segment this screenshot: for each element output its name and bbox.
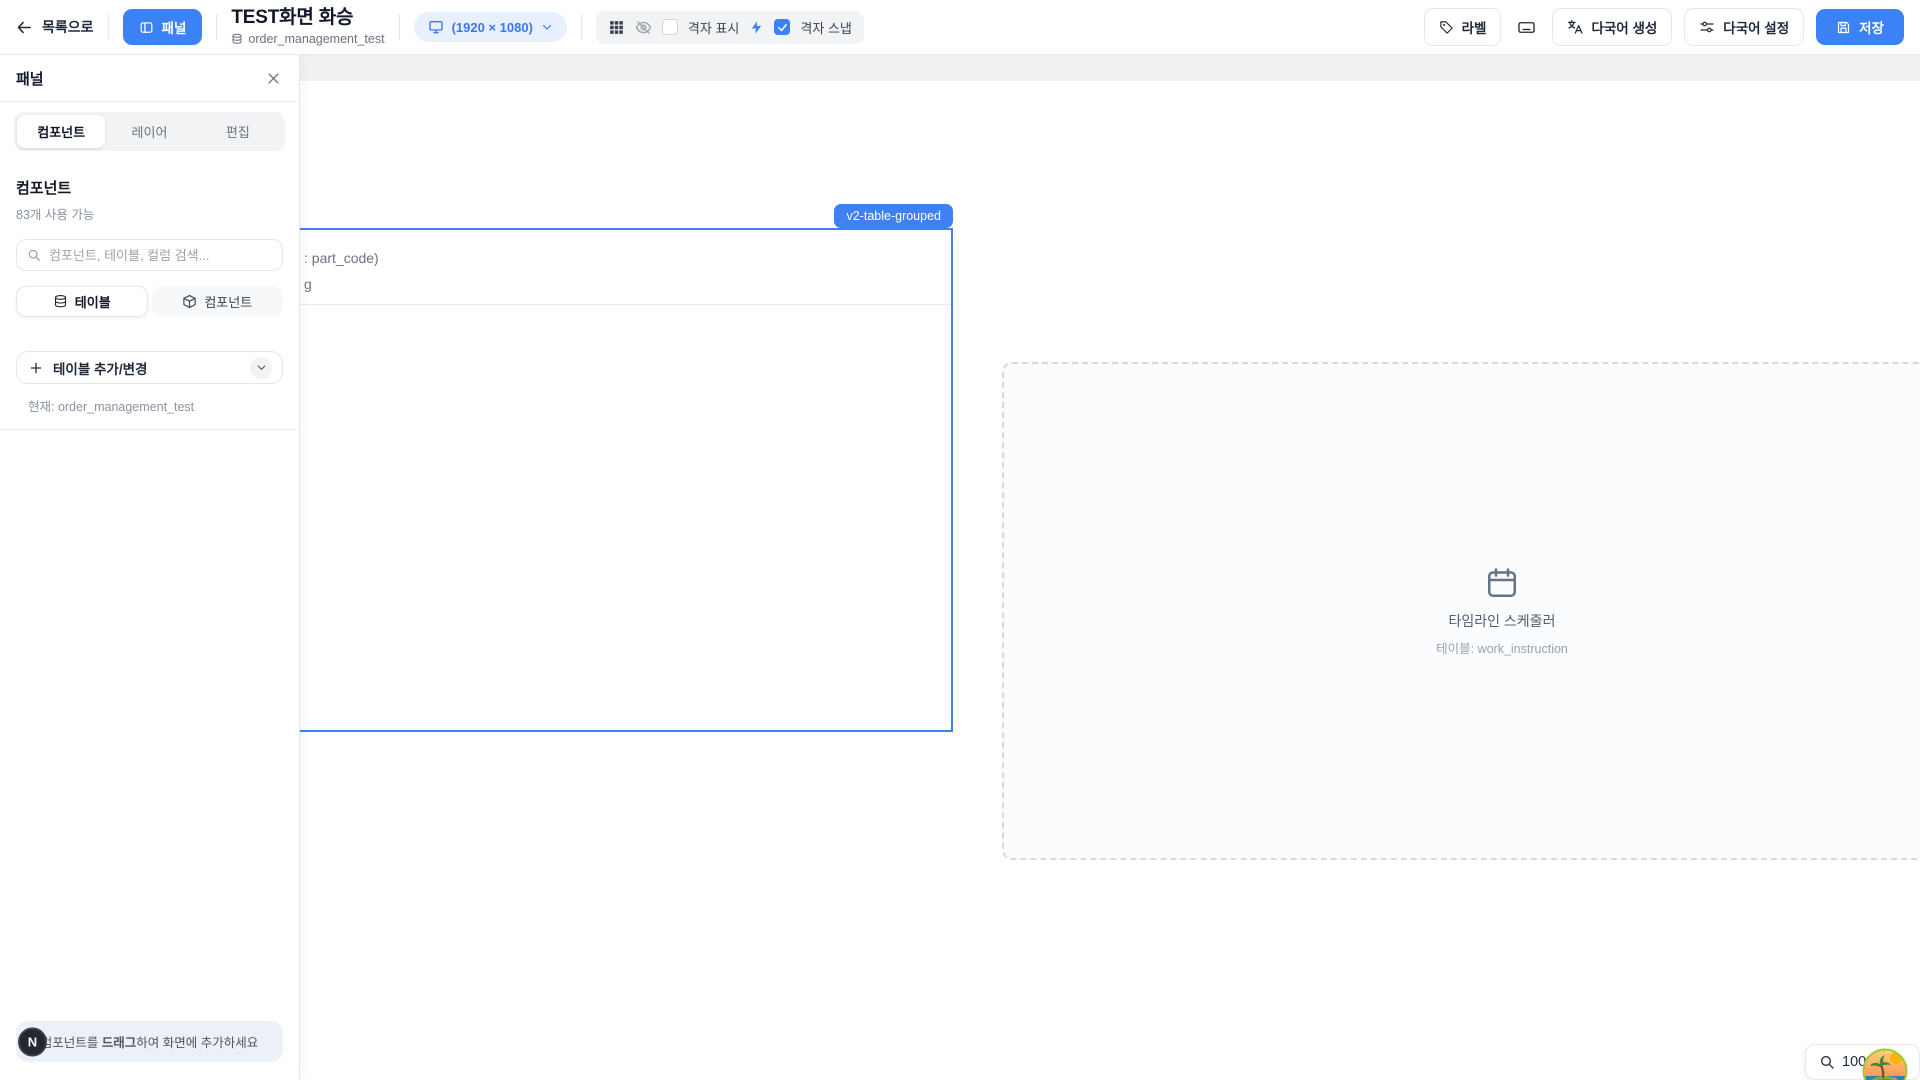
keyboard-icon <box>1517 18 1536 37</box>
i18n-settings-label: 다국어 설정 <box>1723 17 1789 37</box>
timeline-scheduler-placeholder[interactable]: 타임라인 스케줄러 테이블: work_instruction <box>1002 362 1920 860</box>
component-search <box>16 239 283 271</box>
panel-button-label: 패널 <box>162 17 187 37</box>
chevron-down-icon <box>541 21 553 33</box>
toolbar-divider <box>581 14 582 40</box>
placeholder-table-label: 테이블: work_instruction <box>1436 638 1568 657</box>
component-subheader-text: g <box>304 276 312 292</box>
i18n-settings-button[interactable]: 다국어 설정 <box>1684 8 1804 46</box>
grid-options-group: 격자 표시 격자 스냅 <box>596 11 864 44</box>
add-change-table-label: 테이블 추가/변경 <box>53 358 147 378</box>
mode-component-label: 컴포넌트 <box>204 292 252 311</box>
tab-components[interactable]: 컴포넌트 <box>17 115 105 148</box>
resolution-selector[interactable]: (1920 × 1080) <box>414 12 567 42</box>
grid-snap-label: 격자 스냅 <box>800 18 851 37</box>
close-icon <box>266 71 281 86</box>
panel-title: 패널 <box>16 68 44 89</box>
page-title: TEST화면 화승 <box>231 7 384 29</box>
tab-edit[interactable]: 편집 <box>194 115 282 148</box>
screen-title-block: TEST화면 화승 order_management_test <box>231 7 384 46</box>
label-button[interactable]: 라벨 <box>1424 8 1502 46</box>
toolbar-divider <box>216 14 217 40</box>
hint-text-suffix: 하여 화면에 추가하세요 <box>136 1036 258 1050</box>
sliders-icon <box>1699 19 1715 35</box>
database-icon <box>53 294 68 309</box>
sidebar-icon <box>139 20 154 35</box>
mode-component-button[interactable]: 컴포넌트 <box>152 286 284 317</box>
grid-show-checkbox[interactable] <box>662 19 678 35</box>
back-to-list-button[interactable]: 목록으로 <box>16 17 94 37</box>
component-header-text: : part_code) <box>304 250 379 266</box>
hint-text-bold: 드래그 <box>102 1036 137 1050</box>
tab-layers[interactable]: 레이어 <box>105 115 193 148</box>
grid-show-label: 격자 표시 <box>688 18 739 37</box>
monitor-icon <box>428 19 444 35</box>
back-label: 목록으로 <box>42 17 94 37</box>
database-icon <box>231 33 243 45</box>
panel-tabs: 컴포넌트 레이어 편집 <box>14 112 285 151</box>
plus-icon <box>29 361 43 375</box>
arrow-left-icon <box>16 19 33 36</box>
panel-close-button[interactable] <box>264 69 283 88</box>
section-title: 컴포넌트 <box>16 177 283 198</box>
screen-builder-app: v2-table-grouped : part_code) g 타임라인 스케줄… <box>0 0 1920 1080</box>
i18n-generate-label: 다국어 생성 <box>1591 17 1657 37</box>
save-button[interactable]: 저장 <box>1816 9 1904 45</box>
resolution-value: (1920 × 1080) <box>452 20 533 35</box>
bound-table-name: order_management_test <box>248 32 384 46</box>
panel-toggle-button[interactable]: 패널 <box>123 9 203 45</box>
grid-icon <box>608 19 625 36</box>
top-toolbar: 목록으로 패널 TEST화면 화승 <box>0 0 1920 55</box>
keyboard-shortcuts-button[interactable] <box>1513 14 1540 41</box>
toolbar-divider <box>399 14 400 40</box>
add-change-table-button[interactable]: 테이블 추가/변경 <box>16 351 283 384</box>
chevron-down-icon <box>250 357 272 379</box>
component-count: 83개 사용 가능 <box>16 204 283 223</box>
collaborator-avatar: N <box>18 1027 47 1056</box>
mode-table-button[interactable]: 테이블 <box>16 286 148 317</box>
calendar-icon <box>1484 565 1520 601</box>
search-icon <box>27 248 41 262</box>
eye-off-icon <box>635 19 652 36</box>
package-icon <box>182 294 197 309</box>
save-button-label: 저장 <box>1859 17 1884 37</box>
label-button-text: 라벨 <box>1462 17 1487 37</box>
component-type-badge: v2-table-grouped <box>834 204 953 228</box>
lightning-icon <box>749 20 764 35</box>
hint-text-prefix: 컴포넌트를 <box>41 1036 102 1050</box>
search-input[interactable] <box>49 248 272 263</box>
toolbar-divider <box>108 14 109 40</box>
current-table-label: 현재: order_management_test <box>28 396 283 415</box>
tag-icon <box>1439 20 1454 35</box>
save-icon <box>1836 20 1851 35</box>
source-mode-toggle: 테이블 컴포넌트 <box>16 286 283 317</box>
mode-table-label: 테이블 <box>75 292 111 311</box>
components-panel: 패널 컴포넌트 레이어 편집 컴포넌트 83개 사용 가능 <box>0 55 300 1080</box>
island-sticker <box>1862 1048 1908 1080</box>
magnifier-icon <box>1819 1054 1835 1070</box>
placeholder-title: 타임라인 스케줄러 <box>1449 611 1556 631</box>
translate-icon <box>1567 19 1583 35</box>
i18n-generate-button[interactable]: 다국어 생성 <box>1552 8 1672 46</box>
drag-hint: 컴포넌트를 드래그하여 화면에 추가하세요 N <box>16 1021 283 1062</box>
grid-snap-checkbox[interactable] <box>774 19 790 35</box>
